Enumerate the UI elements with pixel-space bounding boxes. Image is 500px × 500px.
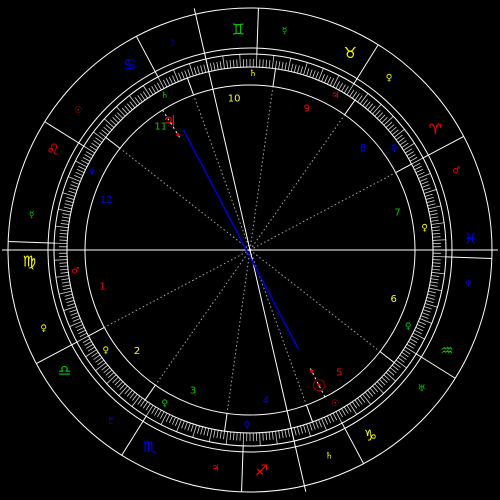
house-9-label: 9 [304, 104, 310, 115]
sign-aquarius-ruler-glyph: ♅ [418, 384, 426, 394]
degree-tick [59, 236, 68, 238]
sign-leo-ruler-glyph: ☉ [74, 106, 82, 116]
house-2-label: 2 [134, 346, 140, 357]
degree-tick [59, 262, 68, 264]
house-11-label: 11 [154, 122, 167, 133]
house-3-label: 3 [190, 385, 196, 396]
sign-aries-glyph: ♈ [429, 121, 442, 139]
degree-tick [432, 236, 441, 238]
house-6-ruler-glyph: ♀ [405, 322, 412, 332]
house-9-ruler-glyph: ♃ [331, 91, 339, 101]
house-10-label: 10 [228, 93, 241, 104]
house-8-label: 8 [360, 143, 366, 154]
house-7-label: 7 [394, 208, 400, 219]
planet-sun-glyph: ☉ [312, 376, 326, 395]
house-1-ruler-glyph: ♂ [71, 266, 79, 276]
sign-sagittarius-glyph: ♐ [255, 462, 268, 480]
sign-virgo-glyph: ♍ [23, 253, 36, 271]
sign-aquarius-glyph: ♒ [440, 341, 453, 359]
house-6-label: 6 [391, 294, 397, 305]
sign-virgo-ruler-glyph: ☿ [29, 210, 35, 220]
house-4-ruler-glyph: ♀ [244, 421, 251, 431]
sign-pisces-ruler-glyph: ♆ [464, 280, 472, 290]
house-3-ruler-glyph: ♀ [161, 399, 168, 409]
sign-aries-ruler-glyph: ♂ [452, 166, 460, 176]
degree-tick [432, 262, 441, 264]
sign-scorpio-glyph: ♏ [143, 438, 157, 456]
house-8-ruler-glyph: ♀ [391, 144, 398, 154]
house-10-ruler-glyph: ♄ [249, 69, 257, 79]
planet-jupiter-dot [176, 133, 180, 137]
sign-taurus-glyph: ♉ [344, 44, 357, 62]
sign-gemini-glyph: ♊ [232, 20, 245, 38]
house-4-label: 4 [263, 396, 269, 407]
sign-capricorn-ruler-glyph: ♄ [325, 451, 333, 461]
degree-tick [236, 59, 238, 68]
sign-cancer-ruler-glyph: ☽ [167, 39, 175, 49]
sign-leo-glyph: ♌ [46, 141, 59, 159]
house-12-label: 12 [100, 195, 113, 206]
sign-capricorn-glyph: ♑ [364, 426, 377, 444]
house-2-ruler-glyph: ♀ [103, 346, 110, 356]
sign-gemini-ruler-glyph: ☿ [282, 27, 288, 37]
house-5-label: 5 [336, 368, 342, 379]
house-11-ruler-glyph: ♄ [161, 91, 169, 101]
sign-pisces-glyph: ♓ [464, 229, 477, 247]
house-7-ruler-glyph: ♀ [421, 224, 428, 234]
degree-tick [236, 432, 238, 441]
sign-libra-glyph: ♎ [58, 361, 71, 379]
sign-libra-ruler-glyph: ♀ [40, 324, 47, 334]
sign-sagittarius-ruler-glyph: ♃ [211, 463, 219, 473]
degree-tick [262, 59, 264, 68]
sign-taurus-ruler-glyph: ♀ [386, 73, 393, 83]
house-1-label: 1 [99, 281, 105, 292]
house-5-ruler-glyph: ☉ [331, 399, 339, 409]
house-12-ruler-glyph: ♆ [88, 168, 96, 178]
planet-sun-dot [310, 369, 314, 373]
sign-scorpio-ruler-glyph: ♇ [107, 417, 115, 427]
degree-tick [262, 432, 264, 441]
natal-chart-wheel: ♃☉ ♐♏♎♍♌♋♊♉♈♓♒♑ ♃♇♀☿☉☽☿♀♂♆♅♄ 12345678910… [0, 0, 500, 500]
sign-cancer-glyph: ♋ [123, 56, 136, 74]
